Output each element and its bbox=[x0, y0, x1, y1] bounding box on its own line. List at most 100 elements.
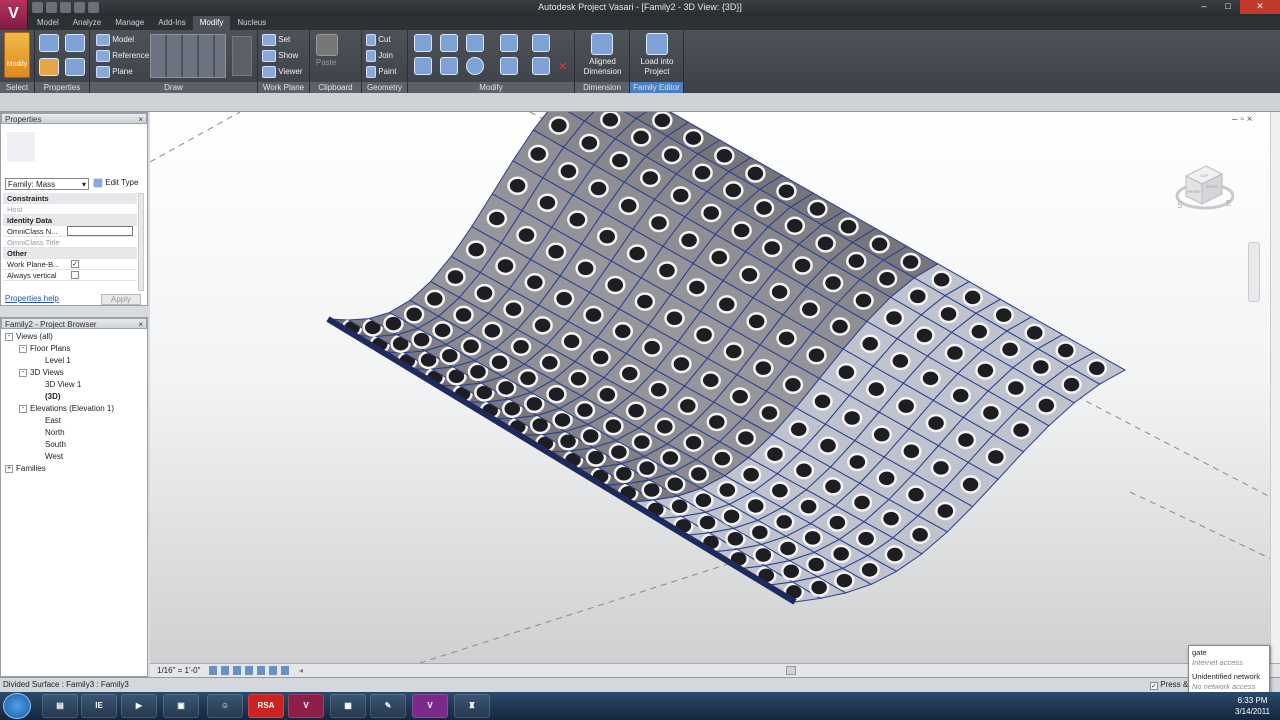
navigation-bar[interactable] bbox=[1248, 242, 1260, 302]
start-button[interactable] bbox=[3, 693, 31, 719]
tab-model[interactable]: Model bbox=[30, 16, 66, 30]
delete-icon[interactable]: ✕ bbox=[558, 60, 567, 73]
always-vertical-checkbox[interactable] bbox=[71, 271, 79, 279]
family-types-icon[interactable] bbox=[65, 58, 85, 76]
browser-node[interactable]: - Views (all) bbox=[5, 331, 53, 342]
view-scale[interactable]: 1/16" = 1'-0" bbox=[157, 666, 200, 675]
tab-modify[interactable]: Modify bbox=[192, 16, 231, 30]
modify-button[interactable]: Modify bbox=[4, 32, 30, 78]
dimension-panel-label[interactable]: Dimension bbox=[575, 82, 629, 93]
browser-node[interactable]: Level 1 bbox=[33, 355, 71, 366]
taskbar-rsa[interactable]: RSA bbox=[248, 694, 284, 718]
taskbar-folder[interactable]: ▣ bbox=[163, 694, 199, 718]
viewer-button[interactable]: Viewer bbox=[262, 66, 303, 78]
view-window-controls[interactable]: – ▫ × bbox=[1232, 114, 1253, 125]
divided-surface-model[interactable] bbox=[149, 68, 1280, 664]
maximize-button[interactable]: □ bbox=[1216, 0, 1240, 14]
offset-icon[interactable] bbox=[440, 34, 458, 52]
property-group-identity-data[interactable]: Identity Data bbox=[3, 215, 137, 226]
property-group-constraints[interactable]: Constraints bbox=[3, 193, 137, 204]
press-drag-checkbox[interactable]: ✓ bbox=[1150, 682, 1158, 690]
paste-icon[interactable] bbox=[316, 34, 338, 56]
mirror-icon[interactable] bbox=[466, 34, 484, 52]
property-group-other[interactable]: Other bbox=[3, 248, 137, 259]
taskbar-vasari-2[interactable]: V bbox=[412, 694, 448, 718]
type-properties-icon[interactable] bbox=[65, 34, 85, 52]
browser-node[interactable]: West bbox=[33, 451, 63, 462]
viewcube[interactable]: TOP FRONT RIGHT S E bbox=[1172, 158, 1235, 218]
model-line-button[interactable]: Model bbox=[96, 34, 134, 46]
reference-line-button[interactable]: Reference bbox=[96, 50, 149, 62]
taskbar-explorer[interactable]: ▤ bbox=[42, 694, 78, 718]
taskbar-vasari[interactable]: V bbox=[288, 694, 324, 718]
browser-node[interactable]: 3D View 1 bbox=[33, 379, 81, 390]
align-icon[interactable] bbox=[414, 34, 432, 52]
browser-node[interactable]: -3D Views bbox=[19, 367, 64, 378]
collapse-icon[interactable]: - bbox=[5, 332, 13, 341]
browser-node[interactable]: North bbox=[33, 427, 65, 438]
aligned-dimension-label[interactable]: Aligned Dimension bbox=[579, 57, 626, 77]
select-panel-label[interactable]: Select bbox=[0, 82, 34, 93]
close-button[interactable]: ✕ bbox=[1240, 0, 1280, 14]
load-into-project-icon[interactable] bbox=[646, 33, 668, 55]
taskbar-tool[interactable]: ♜ bbox=[454, 694, 490, 718]
tab-analyze[interactable]: Analyze bbox=[66, 16, 108, 30]
taskbar-media[interactable]: ▶ bbox=[121, 694, 157, 718]
split-icon[interactable] bbox=[500, 34, 518, 52]
edit-type-button[interactable]: Edit Type bbox=[93, 178, 138, 188]
copy-icon[interactable] bbox=[440, 57, 458, 75]
scale-icon[interactable] bbox=[532, 57, 550, 75]
vertical-scrollbar[interactable] bbox=[1270, 112, 1280, 663]
type-selector[interactable]: Family: Mass ▾ bbox=[5, 178, 89, 190]
taskbar-calculator[interactable]: ▦ bbox=[330, 694, 366, 718]
scroll-left-icon[interactable]: ◂ bbox=[299, 664, 303, 677]
taskbar-game[interactable]: ☺ bbox=[207, 694, 243, 718]
properties-scrollbar[interactable] bbox=[138, 193, 144, 291]
properties-icon[interactable] bbox=[39, 34, 59, 52]
close-icon[interactable]: × bbox=[138, 319, 143, 330]
move-icon[interactable] bbox=[414, 57, 432, 75]
taskbar-draw[interactable]: ✎ bbox=[370, 694, 406, 718]
properties-help-link[interactable]: Properties help bbox=[5, 294, 59, 303]
horizontal-scroll-thumb[interactable] bbox=[786, 666, 796, 675]
draw-shapes-gallery[interactable] bbox=[150, 34, 226, 78]
trim-icon[interactable] bbox=[500, 57, 518, 75]
load-into-project-label[interactable]: Load into Project bbox=[634, 57, 680, 77]
work-plane-based-checkbox[interactable]: ✓ bbox=[71, 260, 79, 268]
plane-button[interactable]: Plane bbox=[96, 66, 133, 78]
viewcube-front-face[interactable]: FRONT bbox=[1187, 189, 1201, 194]
browser-node[interactable]: (3D) bbox=[33, 391, 61, 402]
family-category-icon[interactable] bbox=[39, 58, 59, 76]
tab-add-ins[interactable]: Add-Ins bbox=[151, 16, 193, 30]
cut-button[interactable]: Cut bbox=[366, 34, 391, 46]
tab-manage[interactable]: Manage bbox=[108, 16, 151, 30]
collapse-icon[interactable]: - bbox=[19, 404, 27, 413]
browser-node[interactable]: East bbox=[33, 415, 61, 426]
collapse-icon[interactable]: - bbox=[19, 344, 27, 353]
work-plane-draw-icon[interactable] bbox=[232, 36, 252, 76]
clock[interactable]: 6:33 PM 3/14/2011 bbox=[1235, 695, 1270, 717]
close-icon[interactable]: × bbox=[138, 114, 143, 125]
viewcube-top-face[interactable]: TOP bbox=[1200, 173, 1208, 178]
tab-nucleus[interactable]: Nucleus bbox=[230, 16, 273, 30]
3d-view-canvas[interactable]: TOP FRONT RIGHT S E – ▫ × bbox=[149, 68, 1280, 664]
paste-label[interactable]: Paste bbox=[316, 58, 336, 67]
browser-node[interactable]: - Floor Plans bbox=[19, 343, 70, 354]
omniclass-number-field[interactable] bbox=[67, 226, 133, 236]
application-button[interactable]: V bbox=[0, 0, 28, 30]
array-icon[interactable] bbox=[532, 34, 550, 52]
taskbar-ie[interactable]: IE bbox=[81, 694, 117, 718]
browser-node[interactable]: + Families bbox=[5, 463, 46, 474]
browser-node[interactable]: - Elevations (Elevation 1) bbox=[19, 403, 114, 414]
rotate-icon[interactable] bbox=[466, 57, 484, 75]
paint-button[interactable]: Paint bbox=[366, 66, 396, 78]
minimize-button[interactable]: – bbox=[1192, 0, 1216, 14]
show-button[interactable]: Show bbox=[262, 50, 298, 62]
aligned-dimension-icon[interactable] bbox=[591, 33, 613, 55]
apply-button[interactable]: Apply bbox=[101, 294, 141, 305]
join-button[interactable]: Join bbox=[366, 50, 393, 62]
set-button[interactable]: Set bbox=[262, 34, 290, 46]
collapse-icon[interactable]: - bbox=[19, 368, 27, 377]
expand-icon[interactable]: + bbox=[5, 464, 13, 473]
view-control-icons[interactable] bbox=[208, 666, 289, 676]
